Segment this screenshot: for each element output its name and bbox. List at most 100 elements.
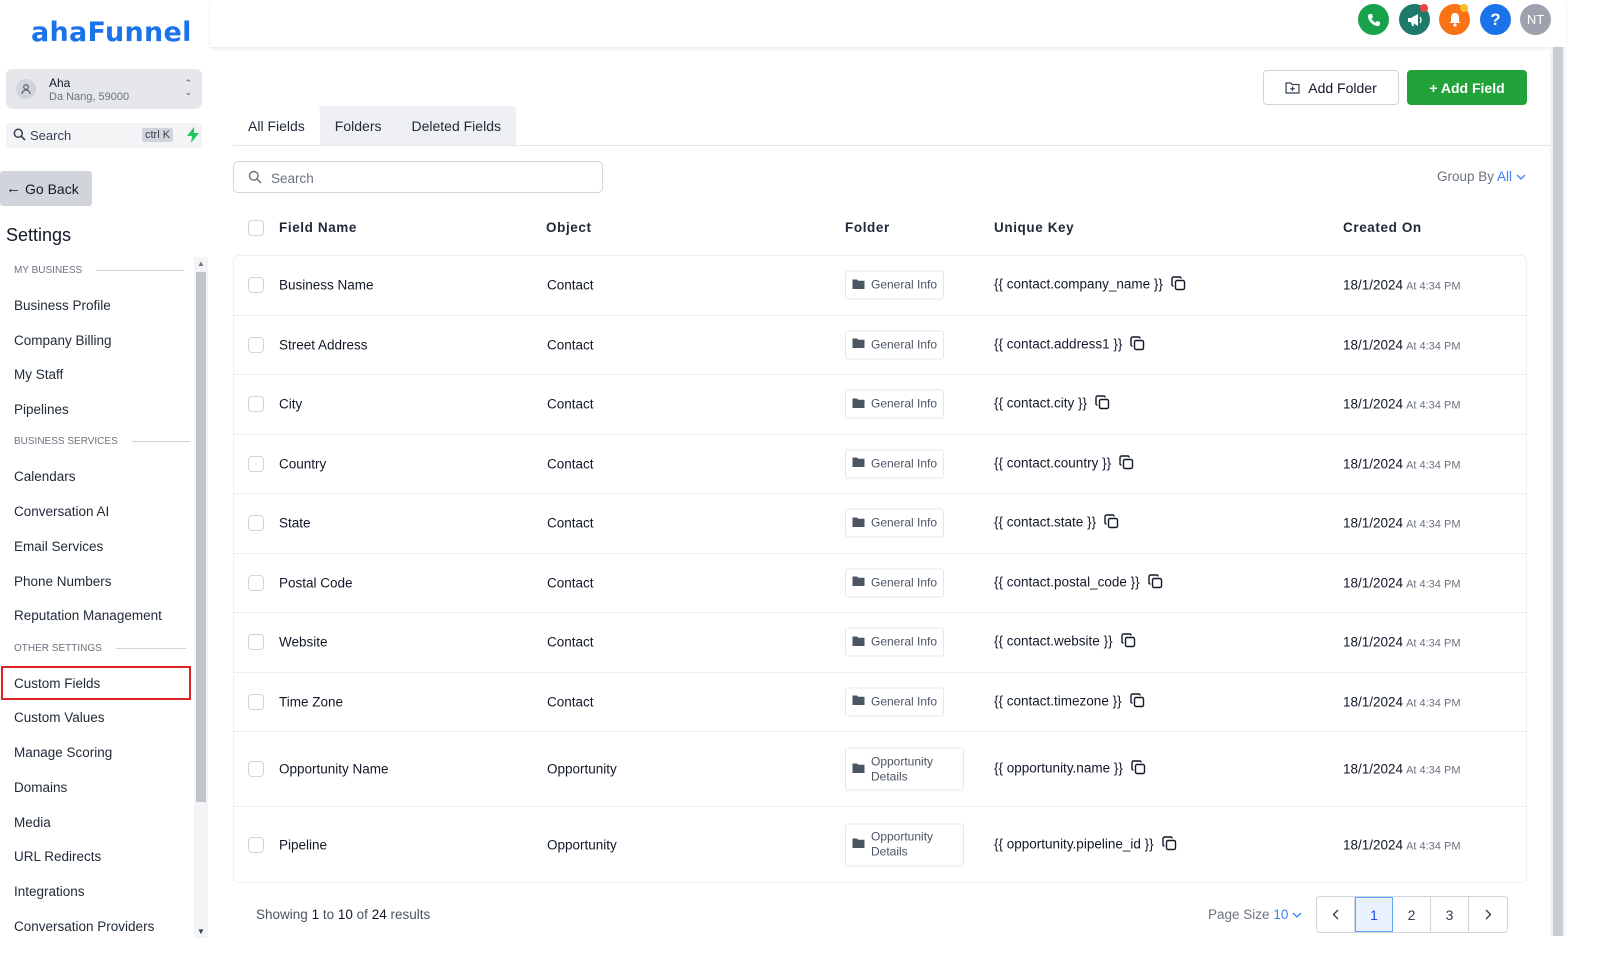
sidebar-item-custom-fields[interactable]: Custom Fields (1, 666, 191, 700)
folder-badge[interactable]: Opportunity Details (845, 747, 964, 791)
lightning-icon[interactable] (186, 127, 200, 146)
bell-icon[interactable] (1439, 4, 1470, 35)
table-row[interactable]: Website Contact General Info {{ contact.web… (234, 613, 1526, 673)
sidebar-item-domains[interactable]: Domains (14, 780, 67, 795)
app-logo[interactable]: ahaFunnel (31, 17, 192, 48)
folder-badge[interactable]: General Info (845, 687, 945, 717)
row-checkbox[interactable] (248, 761, 264, 777)
sidebar-item-url-redirects[interactable]: URL Redirects (14, 849, 101, 864)
folder-badge[interactable]: General Info (845, 627, 945, 657)
scroll-up-icon[interactable]: ▲ (197, 259, 205, 268)
tab-all-fields[interactable]: All Fields (233, 106, 320, 146)
tab-folders[interactable]: Folders (320, 106, 397, 146)
folder-badge[interactable]: General Info (845, 508, 945, 538)
row-checkbox[interactable] (248, 574, 264, 591)
sidebar-item-pipelines[interactable]: Pipelines (14, 402, 69, 417)
field-name[interactable]: Business Name (279, 278, 374, 293)
row-checkbox[interactable] (248, 336, 264, 353)
scroll-down-icon[interactable]: ▼ (197, 927, 205, 936)
prev-page-button[interactable] (1317, 897, 1355, 932)
go-back-button[interactable]: ← Go Back (0, 171, 92, 206)
megaphone-icon[interactable] (1399, 4, 1430, 35)
field-name[interactable]: Pipeline (279, 837, 327, 852)
field-name[interactable]: Country (279, 456, 326, 471)
table-row[interactable]: City Contact General Info {{ contact.city }… (234, 375, 1526, 435)
sidebar-item-business-profile[interactable]: Business Profile (14, 298, 111, 313)
row-checkbox[interactable] (248, 396, 264, 413)
account-switcher[interactable]: Aha Da Nang, 59000 ⌃ ⌄ (6, 69, 202, 109)
folder-badge[interactable]: General Info (845, 568, 945, 598)
field-name[interactable]: State (279, 516, 311, 531)
tab-deleted-fields[interactable]: Deleted Fields (396, 106, 516, 146)
copy-icon[interactable] (1095, 395, 1110, 413)
sidebar-item-my-staff[interactable]: My Staff (14, 367, 63, 382)
field-name[interactable]: Street Address (279, 337, 368, 352)
add-folder-button[interactable]: Add Folder (1263, 70, 1399, 105)
folder-badge[interactable]: General Info (845, 389, 945, 419)
help-icon[interactable]: ? (1480, 4, 1511, 35)
sidebar-item-conversation-providers[interactable]: Conversation Providers (14, 919, 154, 934)
folder-badge[interactable]: General Info (845, 449, 945, 479)
table-row[interactable]: Country Contact General Info {{ contact.cou… (234, 435, 1526, 494)
table-row[interactable]: Street Address Contact General Info {{ cont… (234, 316, 1526, 375)
folder-badge[interactable]: General Info (845, 330, 945, 360)
column-header-object[interactable]: Object (546, 220, 592, 235)
main-scroll-thumb[interactable] (1553, 47, 1563, 936)
table-row[interactable]: Pipeline Opportunity Opportunity Details {{… (234, 807, 1526, 882)
add-field-button[interactable]: + Add Field (1407, 70, 1527, 105)
table-row[interactable]: Business Name Contact General Info {{ conta… (234, 256, 1526, 316)
sidebar-item-integrations[interactable]: Integrations (14, 884, 85, 899)
copy-icon[interactable] (1104, 514, 1119, 532)
page-button-2[interactable]: 2 (1393, 897, 1431, 932)
folder-badge[interactable]: Opportunity Details (845, 823, 964, 866)
sidebar-item-company-billing[interactable]: Company Billing (14, 333, 112, 348)
main-scrollbar[interactable] (1550, 47, 1566, 936)
copy-icon[interactable] (1120, 633, 1136, 651)
sidebar-item-email-services[interactable]: Email Services (14, 539, 103, 554)
field-search[interactable] (233, 161, 603, 193)
row-checkbox[interactable] (248, 277, 264, 294)
sidebar-item-manage-scoring[interactable]: Manage Scoring (14, 745, 112, 760)
column-header-field-name[interactable]: Field Name (279, 220, 357, 235)
column-header-created-on[interactable]: Created On (1343, 220, 1422, 235)
copy-icon[interactable] (1171, 276, 1186, 294)
row-checkbox[interactable] (248, 836, 264, 853)
next-page-button[interactable] (1469, 897, 1507, 932)
field-name[interactable]: Time Zone (279, 694, 343, 709)
row-checkbox[interactable] (248, 515, 264, 532)
sidebar-item-calendars[interactable]: Calendars (14, 469, 76, 484)
row-checkbox[interactable] (248, 693, 264, 710)
copy-icon[interactable] (1130, 336, 1145, 354)
page-button-1[interactable]: 1 (1355, 897, 1393, 932)
column-header-unique-key[interactable]: Unique Key (994, 220, 1074, 235)
select-all-checkbox[interactable] (248, 220, 264, 236)
field-name[interactable]: Postal Code (279, 575, 353, 590)
copy-icon[interactable] (1119, 455, 1134, 473)
page-size-select[interactable]: Page Size 10 (1208, 907, 1302, 922)
search-input[interactable] (271, 168, 591, 188)
table-row[interactable]: Opportunity Name Opportunity Opportunity D… (234, 732, 1526, 807)
phone-icon[interactable] (1358, 4, 1389, 35)
sidebar-item-media[interactable]: Media (14, 815, 51, 830)
sidebar-item-custom-values[interactable]: Custom Values (14, 710, 105, 725)
group-by-select[interactable]: Group By All (1437, 169, 1526, 184)
column-header-folder[interactable]: Folder (845, 220, 890, 235)
sidebar-item-conversation-ai[interactable]: Conversation AI (14, 504, 109, 519)
sidebar-item-reputation-management[interactable]: Reputation Management (14, 608, 162, 623)
folder-badge[interactable]: General Info (845, 270, 945, 300)
sidebar-item-phone-numbers[interactable]: Phone Numbers (14, 574, 112, 589)
sidebar-scroll-thumb[interactable] (196, 272, 206, 802)
copy-icon[interactable] (1131, 760, 1146, 778)
page-button-3[interactable]: 3 (1431, 897, 1469, 932)
copy-icon[interactable] (1147, 574, 1163, 592)
sidebar-scrollbar[interactable]: ▲ ▼ (194, 257, 208, 938)
table-row[interactable]: State Contact General Info {{ contact.state… (234, 494, 1526, 554)
row-checkbox[interactable] (248, 455, 264, 472)
avatar[interactable]: NT (1520, 4, 1551, 35)
table-row[interactable]: Time Zone Contact General Info {{ contact.t… (234, 673, 1526, 732)
field-name[interactable]: City (279, 397, 302, 412)
copy-icon[interactable] (1161, 835, 1177, 854)
field-name[interactable]: Opportunity Name (279, 762, 389, 777)
table-row[interactable]: Postal Code Contact General Info {{ contact… (234, 554, 1526, 613)
row-checkbox[interactable] (248, 634, 264, 651)
